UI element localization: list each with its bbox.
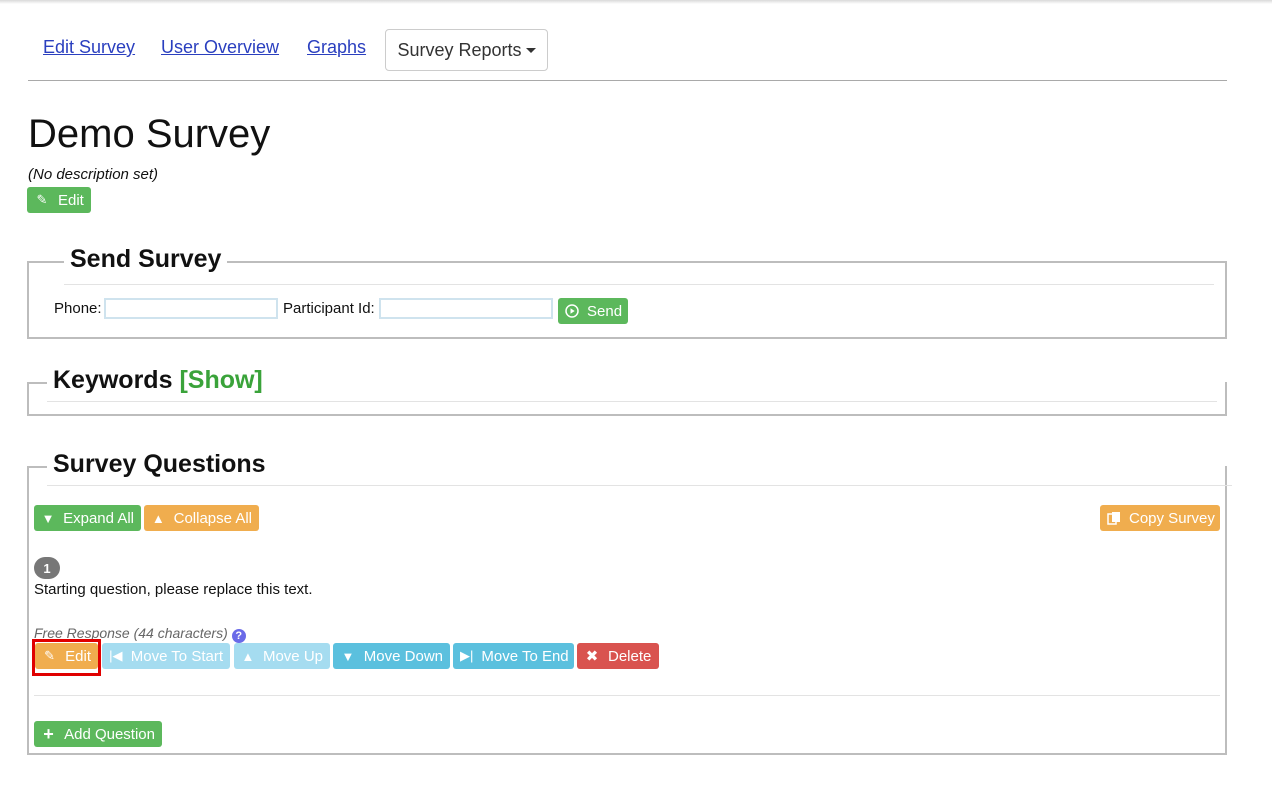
question-text: Starting question, please replace this t… <box>34 581 313 598</box>
copy-icon <box>1107 511 1121 525</box>
delete-question-label: Delete <box>608 647 652 665</box>
edit-survey-button-label: Edit <box>58 191 84 209</box>
questions-border-left <box>27 466 48 468</box>
phone-label: Phone: <box>54 300 102 317</box>
question-number-badge: 1 <box>34 557 60 579</box>
survey-nav: Edit Survey User Overview Graphs Survey … <box>28 28 1227 81</box>
survey-reports-label: Survey Reports <box>397 39 522 60</box>
nav-edit-survey-link[interactable]: Edit Survey <box>43 37 135 58</box>
send-button[interactable]: Send <box>558 298 628 324</box>
triangle-down-icon: ▼ <box>341 648 355 664</box>
triangle-up-icon: ▲ <box>151 510 165 526</box>
close-icon: ✖ <box>585 648 599 665</box>
pencil-icon: ✎ <box>36 192 48 207</box>
move-up-label: Move Up <box>262 647 323 665</box>
questions-divider <box>47 485 1232 486</box>
play-circle-icon <box>565 304 579 318</box>
delete-question-button[interactable]: ✖ Delete <box>577 643 659 669</box>
caret-down-icon <box>525 47 536 53</box>
step-backward-icon: |◀ <box>109 648 123 663</box>
send-button-label: Send <box>587 302 623 320</box>
expand-all-label: Expand All <box>63 509 134 527</box>
triangle-up-icon: ▲ <box>241 648 255 664</box>
add-question-label: Add Question <box>64 725 155 743</box>
edit-highlight-box <box>32 639 101 676</box>
keywords-heading-label: Keywords <box>53 366 173 394</box>
page-title: Demo Survey <box>28 112 271 156</box>
move-to-start-label: Move To Start <box>130 647 223 665</box>
copy-survey-button[interactable]: Copy Survey <box>1100 505 1220 531</box>
survey-questions-heading: Survey Questions <box>47 450 272 479</box>
participant-id-label: Participant Id: <box>283 300 375 317</box>
survey-description: (No description set) <box>28 166 159 183</box>
collapse-all-button[interactable]: ▲ Collapse All <box>144 505 259 531</box>
nav-user-overview-link[interactable]: User Overview <box>161 37 279 58</box>
keywords-divider <box>47 401 1217 402</box>
keywords-heading: Keywords [Show] <box>47 366 269 395</box>
question-separator <box>34 695 1220 696</box>
send-survey-heading: Send Survey <box>64 245 228 274</box>
triangle-down-icon: ▼ <box>41 510 55 526</box>
add-question-button[interactable]: + Add Question <box>34 721 162 747</box>
send-survey-divider <box>64 284 1214 285</box>
keywords-border-left <box>27 382 48 384</box>
move-to-end-button[interactable]: ▶| Move To End <box>453 643 574 669</box>
copy-survey-label: Copy Survey <box>1129 509 1215 527</box>
help-icon[interactable]: ? <box>231 629 246 643</box>
participant-id-input[interactable] <box>379 298 553 319</box>
move-down-button[interactable]: ▼ Move Down <box>333 643 450 669</box>
move-to-start-button[interactable]: |◀ Move To Start <box>102 643 230 669</box>
top-shadow <box>0 0 1272 4</box>
nav-graphs-link[interactable]: Graphs <box>307 37 366 58</box>
phone-input[interactable] <box>104 298 278 319</box>
move-up-button[interactable]: ▲ Move Up <box>234 643 330 669</box>
survey-reports-dropdown[interactable]: Survey Reports <box>385 29 548 71</box>
move-down-label: Move Down <box>363 647 443 665</box>
keywords-show-link[interactable]: [Show] <box>179 366 262 394</box>
expand-all-button[interactable]: ▼ Expand All <box>34 505 141 531</box>
move-to-end-label: Move To End <box>481 647 569 665</box>
edit-survey-button[interactable]: ✎ Edit <box>27 187 91 213</box>
collapse-all-label: Collapse All <box>173 509 252 527</box>
step-forward-icon: ▶| <box>460 648 474 663</box>
plus-icon: + <box>43 723 54 744</box>
